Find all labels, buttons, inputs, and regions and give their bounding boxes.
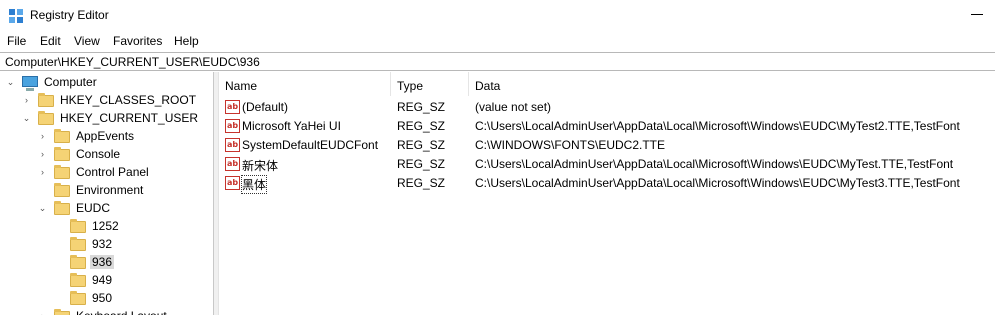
- title-bar: Registry Editor: [0, 0, 995, 31]
- collapse-icon[interactable]: ⌄: [22, 114, 31, 123]
- key-tree: ⌄ Computer › HKEY_CLASSES_ROOT ⌄ HKEY_CURRENT…: [0, 72, 213, 315]
- column-header-type[interactable]: Type: [391, 72, 469, 96]
- string-value-icon: ab: [225, 138, 240, 152]
- value-row[interactable]: ab (Default) REG_SZ (value not set): [219, 98, 995, 117]
- value-row[interactable]: ab 新宋体 REG_SZ C:\Users\LocalAdminUser\AppDa…: [219, 155, 995, 174]
- tree-node-label[interactable]: Console: [74, 147, 122, 161]
- tree-node-label[interactable]: 932: [90, 237, 114, 251]
- tree-node[interactable]: 1252: [0, 218, 213, 236]
- column-header-data[interactable]: Data: [469, 72, 995, 96]
- menu-edit[interactable]: Edit: [40, 34, 61, 48]
- folder-icon: [54, 129, 70, 144]
- value-data: C:\Users\LocalAdminUser\AppData\Local\Mi…: [475, 119, 960, 133]
- tree-node-label[interactable]: HKEY_CLASSES_ROOT: [58, 93, 198, 107]
- collapse-icon[interactable]: ⌄: [38, 204, 47, 213]
- tree-node[interactable]: ⌄ HKEY_CURRENT_USER: [0, 110, 213, 128]
- tree-node[interactable]: › HKEY_CLASSES_ROOT: [0, 92, 213, 110]
- folder-icon: [70, 219, 86, 234]
- column-header-name[interactable]: Name: [219, 72, 391, 96]
- string-value-icon: ab: [225, 157, 240, 171]
- collapse-icon[interactable]: ⌄: [6, 78, 15, 87]
- folder-icon: [54, 201, 70, 216]
- tree-node-label[interactable]: HKEY_CURRENT_USER: [58, 111, 200, 125]
- values-list: Name Type Data ab (Default) REG_SZ (value n…: [219, 72, 995, 315]
- folder-icon: [38, 93, 54, 108]
- folder-icon: [38, 111, 54, 126]
- folder-icon: [70, 237, 86, 252]
- string-value-icon: ab: [225, 176, 240, 190]
- tree-node[interactable]: ⌄ EUDC: [0, 200, 213, 218]
- tree-node[interactable]: › Control Panel: [0, 164, 213, 182]
- menu-bar: File Edit View Favorites Help: [0, 31, 995, 51]
- folder-icon: [70, 291, 86, 306]
- value-name[interactable]: SystemDefaultEUDCFont: [242, 138, 378, 152]
- tree-node-label[interactable]: Control Panel: [74, 165, 151, 179]
- tree-node[interactable]: ›Keyboard Layout: [0, 308, 213, 315]
- value-type: REG_SZ: [397, 157, 446, 171]
- value-data: (value not set): [475, 100, 552, 114]
- folder-icon: [54, 165, 70, 180]
- value-type: REG_SZ: [397, 100, 446, 114]
- folder-icon: [70, 273, 86, 288]
- address-path[interactable]: Computer\HKEY_CURRENT_USER\EUDC\936: [5, 55, 260, 69]
- menu-help[interactable]: Help: [174, 34, 199, 48]
- tree-node-label[interactable]: Computer: [42, 75, 99, 89]
- folder-icon: [54, 309, 70, 315]
- value-row[interactable]: ab Microsoft YaHei UI REG_SZ C:\Users\Local…: [219, 117, 995, 136]
- menu-view[interactable]: View: [74, 34, 100, 48]
- computer-icon: [22, 75, 38, 91]
- tree-node-label[interactable]: 936: [90, 255, 115, 269]
- value-name[interactable]: 新宋体: [242, 157, 278, 174]
- tree-node[interactable]: 932: [0, 236, 213, 254]
- folder-icon: [70, 255, 86, 270]
- menu-file[interactable]: File: [7, 34, 26, 48]
- value-name[interactable]: 黑体: [240, 175, 268, 194]
- tree-node-label[interactable]: 949: [90, 273, 114, 287]
- tree-node[interactable]: 950: [0, 290, 213, 308]
- folder-icon: [54, 183, 70, 198]
- tree-node[interactable]: › Console: [0, 146, 213, 164]
- tree-node-label[interactable]: 1252: [90, 219, 121, 233]
- tree-node[interactable]: Environment: [0, 182, 213, 200]
- expand-icon[interactable]: ›: [38, 132, 47, 141]
- value-row[interactable]: ab SystemDefaultEUDCFont REG_SZ C:\WINDOWS\…: [219, 136, 995, 155]
- string-value-icon: ab: [225, 119, 240, 133]
- expand-icon[interactable]: ›: [38, 150, 47, 159]
- value-data: C:\WINDOWS\FONTS\EUDC2.TTE: [475, 138, 665, 152]
- tree-node[interactable]: 949: [0, 272, 213, 290]
- value-type: REG_SZ: [397, 138, 446, 152]
- tree-node-label[interactable]: Keyboard Layout: [74, 309, 169, 315]
- tree-node-label[interactable]: 950: [90, 291, 114, 305]
- registry-editor-icon: [9, 9, 23, 23]
- tree-node-label[interactable]: AppEvents: [74, 129, 136, 143]
- value-type: REG_SZ: [397, 119, 446, 133]
- address-bar[interactable]: Computer\HKEY_CURRENT_USER\EUDC\936: [0, 52, 995, 71]
- menu-favorites[interactable]: Favorites: [113, 34, 162, 48]
- expand-icon[interactable]: ›: [38, 168, 47, 177]
- tree-node[interactable]: 936: [0, 254, 213, 272]
- value-name[interactable]: Microsoft YaHei UI: [242, 119, 341, 133]
- tree-node[interactable]: › AppEvents: [0, 128, 213, 146]
- window-title: Registry Editor: [30, 8, 109, 22]
- folder-icon: [54, 147, 70, 162]
- minimize-button[interactable]: [969, 6, 985, 22]
- expand-icon[interactable]: ›: [22, 96, 31, 105]
- tree-node-label[interactable]: EUDC: [74, 201, 112, 215]
- tree-node[interactable]: ⌄ Computer: [0, 74, 213, 92]
- value-data: C:\Users\LocalAdminUser\AppData\Local\Mi…: [475, 157, 954, 171]
- value-row[interactable]: ab 黑体 REG_SZ C:\Users\LocalAdminUser\AppDat…: [219, 174, 995, 194]
- tree-node-label[interactable]: Environment: [74, 183, 145, 197]
- value-name[interactable]: (Default): [242, 100, 288, 114]
- string-value-icon: ab: [225, 100, 240, 114]
- value-data: C:\Users\LocalAdminUser\AppData\Local\Mi…: [475, 176, 960, 190]
- value-type: REG_SZ: [397, 176, 446, 190]
